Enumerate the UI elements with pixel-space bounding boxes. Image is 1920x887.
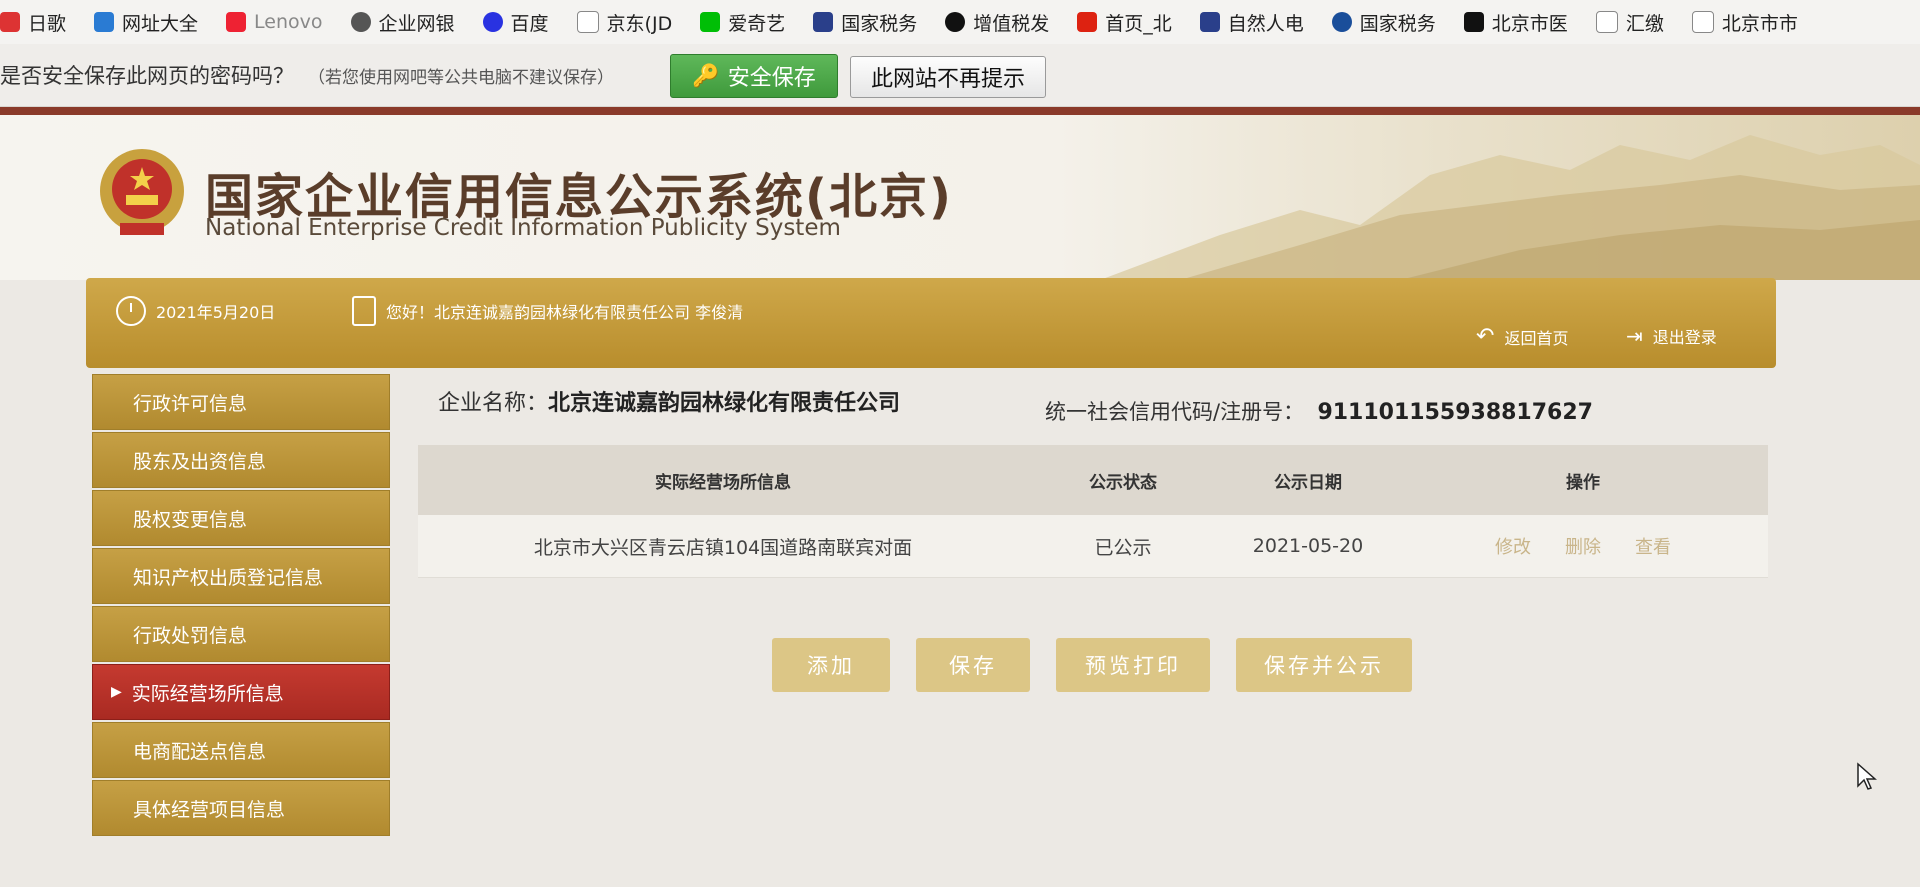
sidebar-nav: 行政许可信息 股东及出资信息 股权变更信息 知识产权出质登记信息 行政处罚信息 … (92, 374, 390, 838)
return-arrow-icon: ↶ (1476, 324, 1495, 349)
view-link[interactable]: 查看 (1635, 533, 1671, 559)
tax-icon (1199, 12, 1220, 32)
address-cell: 北京市大兴区青云店镇104国道路南联宾对面 (533, 536, 913, 559)
bookmark-icon (1331, 12, 1352, 32)
bookmark-item[interactable]: 京东(JD (576, 9, 672, 36)
preview-print-button[interactable]: 预览打印 (1056, 638, 1210, 692)
bookmark-item[interactable]: 增值税发 (945, 9, 1049, 36)
sidebar-item-admin-license[interactable]: 行政许可信息 (92, 374, 390, 430)
bookmark-icon (94, 12, 115, 32)
password-infobar: 是否安全保存此网页的密码吗？ （若您使用网吧等公共电脑不建议保存） 🔑 安全保存 此… (0, 44, 1920, 107)
premises-table: 实际经营场所信息 公示状态 公示日期 操作 北京市大兴区青云店镇104国道路南联… (418, 445, 1768, 578)
bookmarks-bar: 日歌 网址大全 Lenovo 企业网银 百度 京东(JD 爱奇艺 国家税务 增值… (0, 0, 1920, 45)
credit-code: 911101155938817627 (1317, 400, 1593, 425)
bookmark-item[interactable]: 首页_北 (1077, 9, 1172, 36)
bookmark-item[interactable]: 日歌 (0, 9, 66, 36)
infobar-message: 是否安全保存此网页的密码吗？ （若您使用网吧等公共电脑不建议保存） (0, 64, 614, 88)
credit-code-line: 统一社会信用代码/注册号： 911101155938817627 (1045, 400, 1593, 425)
bookmark-icon (1463, 12, 1484, 32)
active-arrow-icon: ▶ (111, 684, 122, 700)
site-subtitle: National Enterprise Credit Information P… (205, 215, 841, 241)
column-header: 实际经营场所信息 (655, 472, 791, 493)
mountain-illustration (1100, 135, 1920, 280)
bookmark-item[interactable]: 百度 (482, 9, 549, 36)
sidebar-item-business-premises[interactable]: ▶ 实际经营场所信息 (92, 664, 390, 720)
bookmark-icon (1077, 12, 1098, 32)
column-header: 公示日期 (1274, 472, 1342, 493)
column-header: 操作 (1566, 472, 1600, 493)
clock-icon (116, 296, 146, 326)
greeting: 您好！北京连诚嘉韵园林绿化有限责任公司 李俊清 (352, 296, 743, 326)
page-icon (576, 11, 599, 33)
delete-link[interactable]: 删除 (1565, 533, 1601, 559)
bookmark-icon (0, 12, 20, 32)
user-icon (352, 296, 376, 326)
bookmark-item[interactable]: 爱奇艺 (700, 9, 785, 36)
bookmark-item[interactable]: 企业网银 (350, 9, 455, 36)
header-divider (0, 107, 1920, 115)
company-name-line: 企业名称：北京连诚嘉韵园林绿化有限责任公司 (438, 391, 901, 416)
key-icon: 🔑 (692, 63, 720, 89)
add-button[interactable]: 添加 (772, 638, 890, 692)
sidebar-item-admin-penalty[interactable]: 行政处罚信息 (92, 606, 390, 662)
sidebar-item-business-items[interactable]: 具体经营项目信息 (92, 780, 390, 836)
user-bar: 2021年5月20日 您好！北京连诚嘉韵园林绿化有限责任公司 李俊清 ↶ 返回首… (86, 278, 1776, 368)
bookmark-item[interactable]: 北京市医 (1463, 9, 1568, 36)
bookmark-item[interactable]: 汇缴 (1595, 9, 1664, 36)
sidebar-item-ip-pledge[interactable]: 知识产权出质登记信息 (92, 548, 390, 604)
action-buttons: 添加 保存 预览打印 保存并公示 (772, 638, 1412, 692)
save-password-button[interactable]: 🔑 安全保存 (670, 54, 838, 98)
logout-icon: ⇥ (1626, 324, 1643, 348)
operations-cell: 修改 删除 查看 (1398, 515, 1768, 577)
table-row: 北京市大兴区青云店镇104国道路南联宾对面 已公示 2021-05-20 修改 … (418, 515, 1768, 578)
national-emblem-icon (100, 149, 184, 235)
bookmark-item[interactable]: Lenovo (226, 11, 323, 33)
status-cell: 已公示 (1094, 536, 1152, 559)
bookmark-icon (945, 12, 966, 32)
bookmark-item[interactable]: 北京市市 (1691, 9, 1798, 36)
never-prompt-button[interactable]: 此网站不再提示 (850, 56, 1046, 98)
company-name: 北京连诚嘉韵园林绿化有限责任公司 (548, 391, 901, 416)
site-header: 国家企业信用信息公示系统(北京) National Enterprise Cre… (0, 115, 1920, 280)
bookmark-item[interactable]: 国家税务 (813, 9, 917, 36)
date-display: 2021年5月20日 (116, 296, 275, 326)
mouse-cursor-icon (1857, 762, 1877, 790)
save-button[interactable]: 保存 (916, 638, 1030, 692)
sidebar-item-ecommerce-delivery[interactable]: 电商配送点信息 (92, 722, 390, 778)
sidebar-item-equity-change[interactable]: 股权变更信息 (92, 490, 390, 546)
bookmark-item[interactable]: 国家税务 (1331, 9, 1436, 36)
page-icon (1691, 11, 1714, 33)
column-header: 公示状态 (1089, 472, 1157, 493)
home-link[interactable]: ↶ 返回首页 (1476, 324, 1568, 349)
baidu-paw-icon (482, 12, 503, 32)
table-header: 实际经营场所信息 公示状态 公示日期 操作 (418, 445, 1768, 515)
bookmark-item[interactable]: 网址大全 (94, 9, 198, 36)
edit-link[interactable]: 修改 (1495, 533, 1531, 559)
page-icon (1595, 11, 1618, 33)
save-and-publish-button[interactable]: 保存并公示 (1236, 638, 1412, 692)
logout-link[interactable]: ⇥ 退出登录 (1626, 324, 1717, 348)
iqiyi-icon (700, 12, 721, 32)
bookmark-item[interactable]: 自然人电 (1199, 9, 1304, 36)
sidebar-item-shareholders[interactable]: 股东及出资信息 (92, 432, 390, 488)
bookmark-icon (226, 12, 247, 32)
bookmark-icon (350, 12, 371, 32)
date-cell: 2021-05-20 (1252, 535, 1364, 557)
tax-icon (813, 12, 834, 32)
